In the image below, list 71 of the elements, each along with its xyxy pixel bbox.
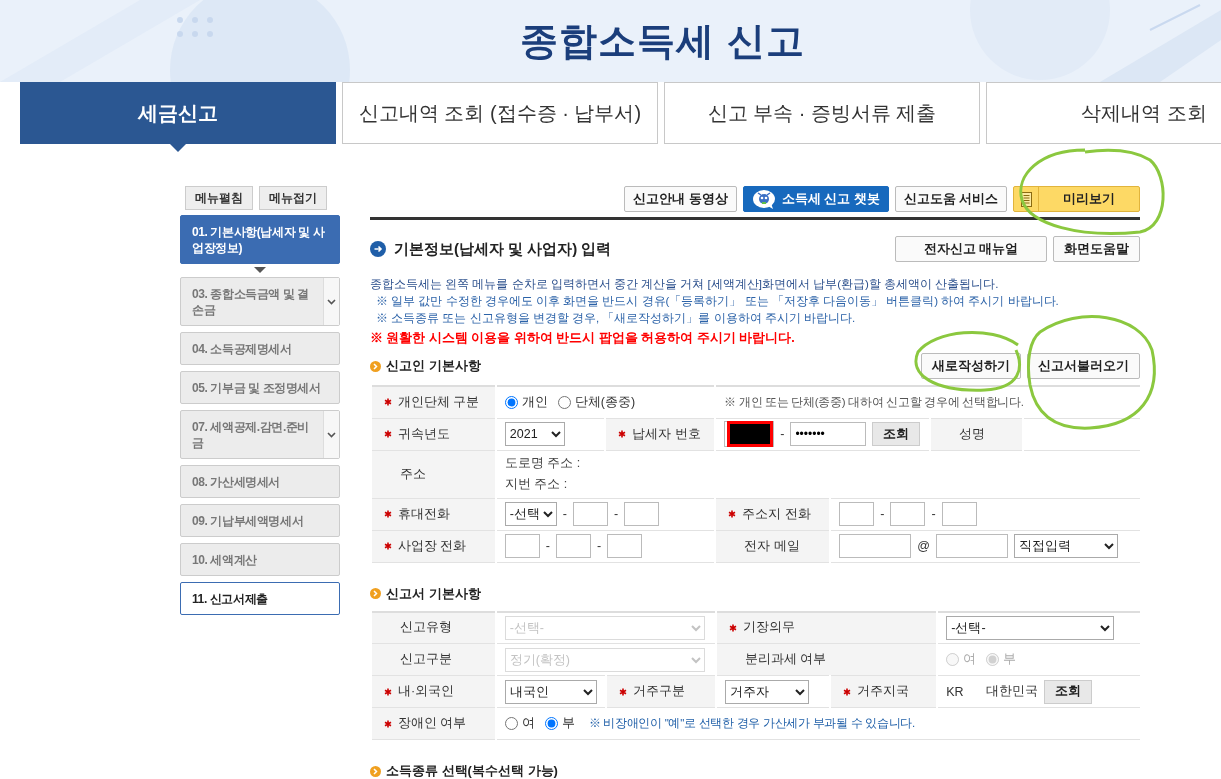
separator-text: - <box>562 507 568 521</box>
subsection-title: 소득종류 선택(복수선택 가능) <box>386 762 558 779</box>
at-sign-text: @ <box>917 539 930 553</box>
dropdown[interactable]: -선택 <box>504 502 557 526</box>
field-label: 개인단체 구분 <box>398 393 480 411</box>
field-label: 거주지국 <box>857 683 910 700</box>
field-label: 성명 <box>959 425 986 443</box>
preview-button[interactable]: 미리보기 <box>1013 186 1140 212</box>
radio-label: 여 <box>963 651 977 668</box>
help-button[interactable]: 화면도움말 <box>1053 236 1140 262</box>
action-button[interactable]: 새로작성하기 <box>921 353 1021 379</box>
field-label: 납세자 번호 <box>632 425 701 443</box>
field-label: 전자 메일 <box>744 537 800 555</box>
lookup-button[interactable]: 조회 <box>872 422 921 446</box>
chatbot-button[interactable]: 소득세 신고 챗봇 <box>742 186 889 212</box>
dropdown[interactable]: 직접입력 <box>1013 534 1118 558</box>
field-label: 장애인 여부 <box>398 715 467 732</box>
notice-text: ※ 소득종류 또는 신고유형을 변경할 경우, 「새로작성하기」를 이용하여 주시기 바랍니다. <box>375 311 857 326</box>
notice-text: 종합소득세는 왼쪽 메뉴를 순차로 입력하면서 중간 계산을 거쳐 [세액계산]화면에서 납부(환급)할 총세액이 산출됩니다. <box>370 277 1000 292</box>
field-label: 신고유형 <box>400 619 452 637</box>
dropdown[interactable]: -선택- <box>946 615 1115 640</box>
separator-text: - <box>880 507 885 521</box>
lookup-button[interactable]: 조회 <box>1043 679 1092 704</box>
field-label: 휴대전화 <box>398 505 450 523</box>
hint-text: ※ 비장애인이 "예"로 선택한 경우 가산세가 부과될 수 있습니다. <box>588 716 915 731</box>
field-label: 거주구분 <box>632 683 685 700</box>
field-label: 분리과세 여부 <box>744 651 827 668</box>
notice-text: ※ 일부 값만 수정한 경우에도 이후 화면을 반드시 경유(「등록하기」 또는 「저장후 다음이동」 버튼클릭) 하여 주시기 바랍니다. <box>375 294 1060 309</box>
toolbar-button[interactable]: 신고안내 동영상 <box>624 186 737 212</box>
radio-label: 부 <box>1003 651 1017 668</box>
country-name: 대한민국 <box>985 683 1038 700</box>
separator-text: - <box>597 539 602 553</box>
field-label: 주소 <box>400 465 426 483</box>
separator-text: - <box>780 427 785 441</box>
separator-text: - <box>545 539 551 553</box>
dropdown[interactable]: 거주자 <box>724 679 809 704</box>
field-label: 귀속년도 <box>398 425 450 443</box>
action-button[interactable]: 신고서불러오기 <box>1027 353 1140 379</box>
radio-label: 단체(종중) <box>574 393 636 411</box>
menu-button[interactable]: 메뉴펼침 <box>185 186 253 210</box>
field-label: 사업장 전화 <box>398 537 467 555</box>
field-label: 내·외국인 <box>398 683 455 700</box>
password-field[interactable]: ••••••• <box>790 422 867 446</box>
country-code: KR <box>946 684 964 699</box>
tab[interactable]: 신고 부속 · 증빙서류 제출 <box>664 82 980 144</box>
toolbar-button[interactable]: 신고도움 서비스 <box>894 186 1007 212</box>
dropdown[interactable]: 2021 <box>504 422 565 446</box>
menu-button[interactable]: 메뉴접기 <box>259 186 327 210</box>
field-label: 기장의무 <box>742 619 795 637</box>
tab[interactable]: 세금신고 <box>20 82 336 144</box>
address-text: 도로명 주소 : <box>504 455 582 472</box>
tab[interactable]: 신고내역 조회 (접수증 · 납부서) <box>342 82 658 144</box>
subsection-title: 신고서 기본사항 <box>386 584 481 603</box>
tab[interactable]: 삭제내역 조회 <box>986 82 1221 144</box>
notice-text: ※ 원활한 시스템 이용을 위하여 반드시 팝업을 허용하여 주시기 바랍니다. <box>370 330 796 347</box>
sidebar-item[interactable]: 01. 기본사항(납세자 및 사업장정보) <box>180 215 340 264</box>
page-title: 종합소득세 신고 <box>520 18 805 64</box>
field-label: 신고구분 <box>400 651 452 668</box>
dropdown[interactable]: 내국인 <box>504 679 597 704</box>
radio-label: 개인 <box>521 393 548 411</box>
sidebar-item[interactable]: 11. 신고서제출 <box>180 582 340 615</box>
help-button[interactable]: 전자신고 매뉴얼 <box>895 236 1047 262</box>
section-title: 기본정보(납세자 및 사업자) 입력 <box>394 239 612 259</box>
separator-text: - <box>931 507 936 521</box>
radio-label: 여 <box>521 715 535 732</box>
field-label: 주소지 전화 <box>742 505 811 523</box>
subsection-title: 신고인 기본사항 <box>386 357 481 375</box>
separator-text: - <box>614 507 619 521</box>
radio-label: 부 <box>561 715 575 732</box>
address-text: 지번 주소 : <box>504 476 569 493</box>
hint-text: ※ 개인 또는 단체(종중) 대하여 신고할 경우에 선택합니다. <box>724 395 1024 408</box>
